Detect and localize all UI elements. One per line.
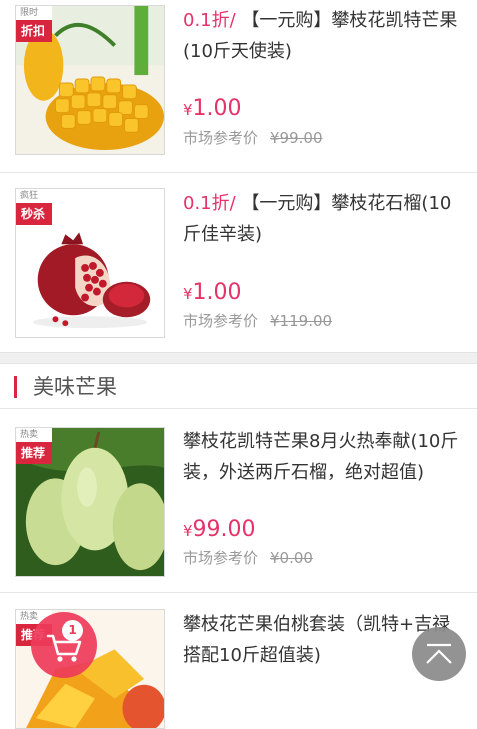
product-price: ¥99.00 bbox=[183, 517, 256, 542]
market-price: 市场参考价 ¥0.00 bbox=[183, 547, 313, 568]
discount-label: 0.1折/ bbox=[183, 193, 236, 214]
section-header: 美味芒果 bbox=[0, 364, 477, 409]
product-card[interactable]: 限时 折扣 0.1折/ 【一元购】攀枝花凯特芒果(10斤天使装) ¥1.00 市… bbox=[0, 0, 477, 172]
section-gap bbox=[0, 352, 477, 364]
price-value: 1.00 bbox=[192, 96, 242, 121]
market-price: 市场参考价 ¥119.00 bbox=[183, 310, 332, 331]
product-image[interactable]: 疯狂 秒杀 bbox=[15, 188, 165, 338]
back-to-top-button[interactable] bbox=[412, 627, 466, 681]
product-card[interactable]: 疯狂 秒杀 0.1折/ 【一元购】攀枝花石榴(10斤佳辛装) ¥1.00 市场参… bbox=[0, 182, 477, 352]
market-price: 市场参考价 ¥99.00 bbox=[183, 127, 323, 148]
product-tag: 热卖 推荐 bbox=[16, 428, 52, 464]
product-price: ¥1.00 bbox=[183, 280, 242, 305]
product-image[interactable]: 限时 折扣 bbox=[15, 5, 165, 155]
market-price-value: ¥119.00 bbox=[270, 312, 333, 330]
tag-top: 热卖 bbox=[16, 428, 52, 442]
tag-top: 疯狂 bbox=[16, 189, 52, 203]
product-name: 攀枝花凯特芒果8月火热奉献(10斤装，外送两斤石榴，绝对超值) bbox=[183, 431, 459, 483]
product-title[interactable]: 0.1折/ 【一元购】攀枝花凯特芒果(10斤天使装) bbox=[183, 5, 463, 67]
product-price: ¥1.00 bbox=[183, 96, 242, 121]
section-accent-bar bbox=[14, 376, 17, 398]
cart-icon bbox=[46, 634, 82, 662]
product-image[interactable]: 热卖 推荐 bbox=[15, 427, 165, 577]
tag-bottom: 推荐 bbox=[16, 442, 52, 464]
tag-bottom: 折扣 bbox=[16, 20, 52, 42]
market-price-label: 市场参考价 bbox=[183, 312, 259, 330]
market-price-label: 市场参考价 bbox=[183, 129, 259, 147]
product-tag: 限时 折扣 bbox=[16, 6, 52, 42]
price-value: 99.00 bbox=[192, 517, 256, 542]
price-value: 1.00 bbox=[192, 280, 242, 305]
tag-top: 限时 bbox=[16, 6, 52, 20]
product-name: 攀枝花芒果伯桃套装（凯特+吉禄搭配10斤超值装) bbox=[183, 614, 451, 666]
product-card[interactable]: 热卖 推荐 攀枝花凯特芒果8月火热奉献(10斤装，外送两斤石榴，绝对超值) ¥9… bbox=[0, 409, 477, 591]
currency-symbol: ¥ bbox=[183, 285, 193, 303]
cart-count-badge: 1 bbox=[62, 620, 83, 641]
chevron-up-icon bbox=[426, 643, 452, 664]
cart-button[interactable] bbox=[31, 612, 97, 678]
product-tag: 疯狂 秒杀 bbox=[16, 189, 52, 225]
product-title[interactable]: 0.1折/ 【一元购】攀枝花石榴(10斤佳辛装) bbox=[183, 188, 463, 250]
tag-bottom: 秒杀 bbox=[16, 203, 52, 225]
currency-symbol: ¥ bbox=[183, 522, 193, 540]
discount-label: 0.1折/ bbox=[183, 10, 236, 31]
divider bbox=[0, 172, 477, 173]
product-title[interactable]: 攀枝花凯特芒果8月火热奉献(10斤装，外送两斤石榴，绝对超值) bbox=[183, 426, 463, 488]
market-price-label: 市场参考价 bbox=[183, 549, 259, 567]
currency-symbol: ¥ bbox=[183, 101, 193, 119]
section-title: 美味芒果 bbox=[33, 375, 117, 399]
market-price-value: ¥99.00 bbox=[270, 129, 323, 147]
market-price-value: ¥0.00 bbox=[270, 549, 313, 567]
